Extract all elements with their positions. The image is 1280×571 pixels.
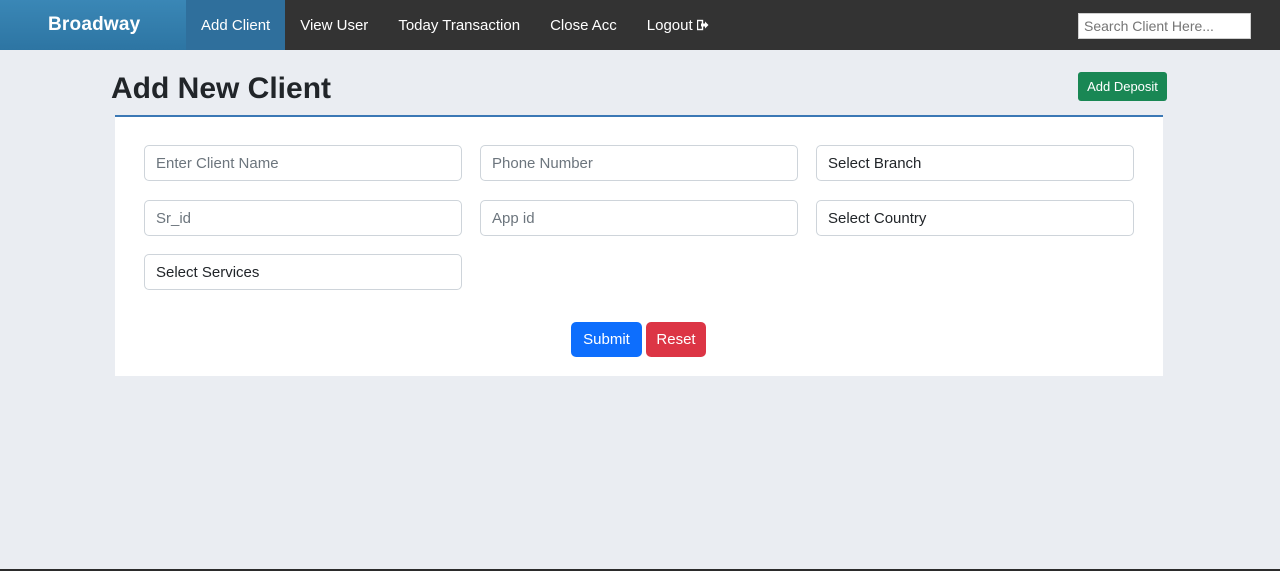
logout-icon	[696, 19, 709, 31]
branch-select-value: Select Branch	[828, 154, 922, 172]
nav-add-client[interactable]: Add Client	[186, 0, 286, 50]
phone-number-input[interactable]	[480, 145, 798, 181]
country-select[interactable]: Select Country	[816, 200, 1134, 236]
client-name-input[interactable]	[144, 145, 462, 181]
add-client-form-card: Select Branch Select Country Select Serv…	[115, 115, 1163, 376]
nav-view-user[interactable]: View User	[285, 0, 383, 50]
top-navbar: Broadway Add Client View User Today Tran…	[0, 0, 1280, 50]
search-client-input[interactable]	[1078, 13, 1251, 39]
country-select-value: Select Country	[828, 209, 927, 227]
services-select-value: Select Services	[156, 263, 260, 281]
reset-button[interactable]: Reset	[646, 322, 706, 357]
brand-logo[interactable]: Broadway	[0, 0, 186, 50]
app-id-input[interactable]	[480, 200, 798, 236]
nav-close-acc[interactable]: Close Acc	[535, 0, 632, 50]
submit-button[interactable]: Submit	[571, 322, 642, 357]
sr-id-input[interactable]	[144, 200, 462, 236]
services-select[interactable]: Select Services	[144, 254, 462, 290]
page-title: Add New Client	[111, 72, 332, 105]
logout-label: Logout	[646, 16, 693, 34]
add-deposit-button[interactable]: Add Deposit	[1078, 72, 1167, 101]
branch-select[interactable]: Select Branch	[816, 145, 1134, 181]
nav-logout[interactable]: Logout	[632, 0, 724, 50]
nav-today-transaction[interactable]: Today Transaction	[383, 0, 535, 50]
